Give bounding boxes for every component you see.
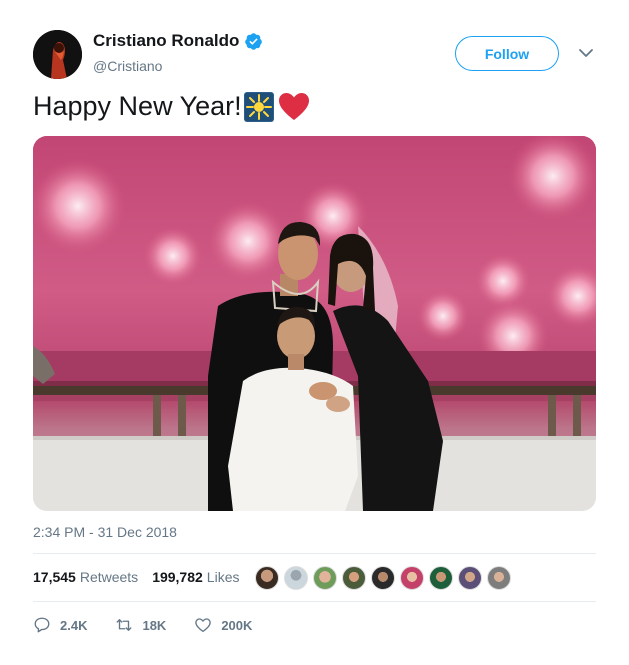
likes-count[interactable]: 199,782 (152, 569, 203, 585)
likes-label[interactable]: Likes (207, 569, 240, 585)
divider (33, 553, 596, 554)
tweet-stats: 17,545 Retweets 199,782 Likes (33, 569, 253, 585)
retweet-button[interactable]: 18K (115, 616, 166, 634)
liker-avatar[interactable] (255, 566, 279, 590)
verified-badge-icon (244, 32, 263, 51)
display-name[interactable]: Cristiano Ronaldo (93, 31, 239, 51)
reply-icon (34, 617, 50, 633)
retweet-count: 18K (142, 617, 167, 633)
liker-avatar[interactable] (458, 566, 482, 590)
chevron-down-icon[interactable] (578, 45, 594, 61)
liker-avatar[interactable] (429, 566, 453, 590)
retweet-icon (117, 619, 132, 631)
avatar[interactable] (33, 30, 82, 79)
user-handle[interactable]: @Cristiano (93, 58, 162, 74)
reply-button[interactable]: 2.4K (33, 616, 87, 634)
tweet-text-content: Happy New Year! (33, 91, 242, 121)
tweet-photo[interactable] (33, 136, 596, 511)
divider (33, 601, 596, 602)
name-row[interactable]: Cristiano Ronaldo (93, 31, 263, 51)
liker-avatar[interactable] (371, 566, 395, 590)
retweets-count[interactable]: 17,545 (33, 569, 76, 585)
retweets-label[interactable]: Retweets (80, 569, 138, 585)
like-button[interactable]: 200K (194, 616, 252, 634)
like-count: 200K (221, 617, 253, 633)
liker-avatar[interactable] (487, 566, 511, 590)
liker-avatar[interactable] (400, 566, 424, 590)
tweet-actions: 2.4K 18K 200K (33, 616, 280, 634)
follow-button[interactable]: Follow (455, 36, 559, 71)
liker-avatars (255, 566, 516, 590)
liker-avatar[interactable] (342, 566, 366, 590)
red-heart-emoji-icon (278, 92, 310, 122)
tweet-text: Happy New Year! (33, 91, 310, 122)
heart-icon (195, 618, 212, 633)
liker-avatar[interactable] (313, 566, 337, 590)
sparkle-emoji-icon (243, 91, 274, 122)
reply-count: 2.4K (60, 617, 88, 633)
tweet-timestamp[interactable]: 2:34 PM - 31 Dec 2018 (33, 524, 177, 540)
tweet-card: Cristiano Ronaldo @Cristiano Follow Happ… (0, 0, 629, 665)
liker-avatar[interactable] (284, 566, 308, 590)
